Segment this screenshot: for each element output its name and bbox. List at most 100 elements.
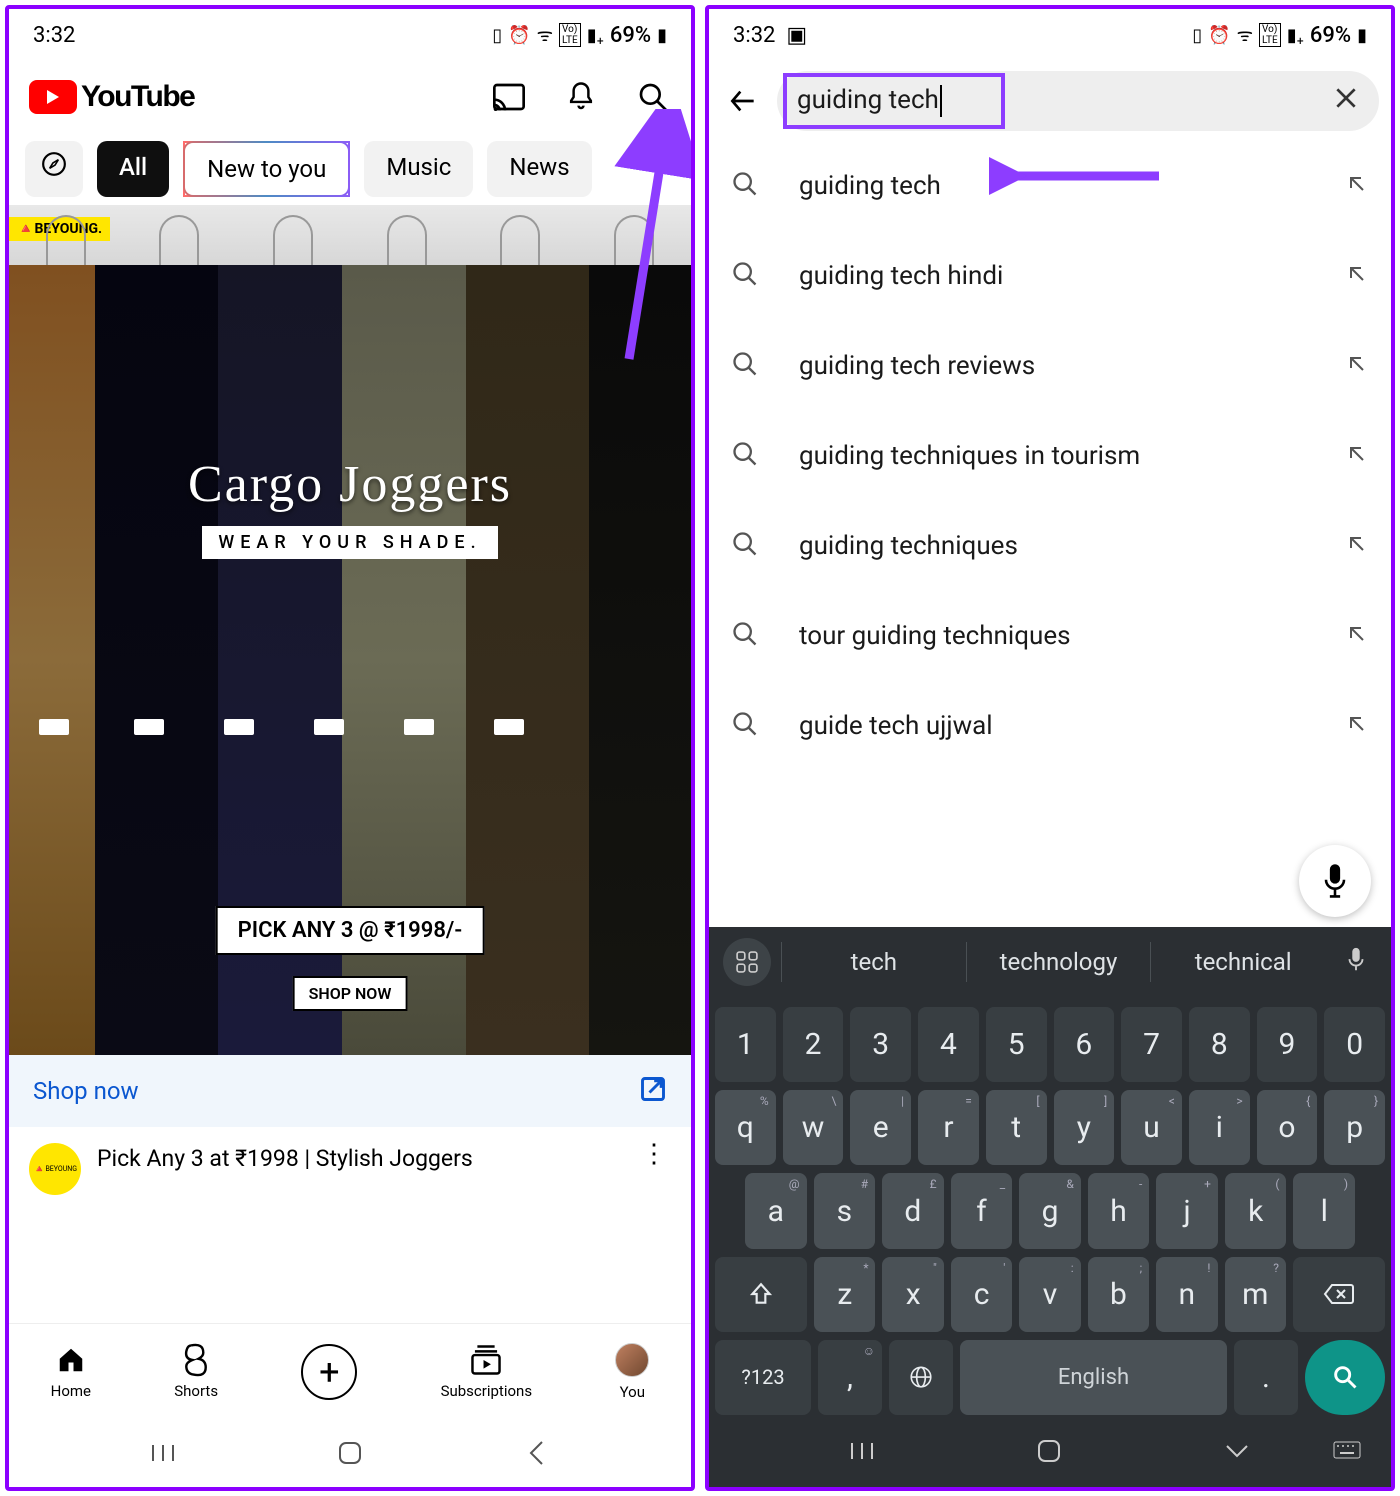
key-2[interactable]: 2 <box>783 1007 844 1082</box>
key-r[interactable]: r= <box>918 1090 979 1165</box>
keyboard-rows: 1234567890 q%w\e|r=t[y]u<i>o{p} a@s#d£f_g&… <box>709 997 1391 1419</box>
insert-suggestion-icon[interactable] <box>1345 712 1369 740</box>
suggestion-row[interactable]: guiding techniques <box>709 501 1391 591</box>
more-options-icon[interactable]: ⋮ <box>637 1143 671 1167</box>
home-button[interactable] <box>1036 1438 1062 1468</box>
channel-avatar[interactable]: 🔺BEYOUNG <box>29 1143 81 1195</box>
nav-shorts[interactable]: Shorts <box>174 1344 218 1400</box>
nav-subscriptions[interactable]: Subscriptions <box>441 1344 532 1400</box>
youtube-logo[interactable]: YouTube <box>29 80 194 114</box>
video-meta-row: 🔺BEYOUNG Pick Any 3 at ₹1998 | Stylish J… <box>9 1127 691 1205</box>
key-9[interactable]: 9 <box>1257 1007 1318 1082</box>
sponsored-video-card[interactable]: 🔺BEYOUNG. Cargo Joggers WEAR YOUR SHADE.… <box>9 205 691 1323</box>
back-arrow-icon[interactable] <box>721 79 765 123</box>
chip-all[interactable]: All <box>97 141 169 197</box>
key-3[interactable]: 3 <box>850 1007 911 1082</box>
key-i[interactable]: i> <box>1189 1090 1250 1165</box>
key-period[interactable]: . <box>1234 1340 1298 1415</box>
key-k[interactable]: k( <box>1225 1173 1287 1248</box>
hide-keyboard-button[interactable] <box>1224 1443 1250 1463</box>
keyboard-apps-icon[interactable] <box>723 938 771 986</box>
key-space[interactable]: English <box>960 1340 1227 1415</box>
insert-suggestion-icon[interactable] <box>1345 442 1369 470</box>
insert-suggestion-icon[interactable] <box>1345 352 1369 380</box>
explore-chip[interactable] <box>25 141 83 197</box>
insert-suggestion-icon[interactable] <box>1345 172 1369 200</box>
voice-search-button[interactable] <box>1299 845 1371 917</box>
notifications-icon[interactable] <box>563 79 599 115</box>
key-8[interactable]: 8 <box>1189 1007 1250 1082</box>
chip-music[interactable]: Music <box>364 141 473 197</box>
key-z[interactable]: z* <box>814 1257 875 1332</box>
home-button[interactable] <box>330 1433 370 1473</box>
key-b[interactable]: b; <box>1088 1257 1149 1332</box>
key-search[interactable] <box>1305 1340 1385 1415</box>
header-actions <box>491 79 671 115</box>
back-button[interactable] <box>517 1433 557 1473</box>
suggestion-row[interactable]: tour guiding techniques <box>709 591 1391 681</box>
key-shift[interactable] <box>715 1257 807 1332</box>
search-icon[interactable] <box>635 79 671 115</box>
suggestion-row[interactable]: guiding techniques in tourism <box>709 411 1391 501</box>
recents-button[interactable] <box>850 1441 874 1465</box>
key-o[interactable]: o{ <box>1257 1090 1318 1165</box>
key-a[interactable]: a@ <box>745 1173 807 1248</box>
key-y[interactable]: y] <box>1054 1090 1115 1165</box>
key-1[interactable]: 1 <box>715 1007 776 1082</box>
nav-home[interactable]: Home <box>51 1344 91 1400</box>
key-x[interactable]: x" <box>882 1257 943 1332</box>
key-g[interactable]: g& <box>1019 1173 1081 1248</box>
key-7[interactable]: 7 <box>1121 1007 1182 1082</box>
key-comma[interactable]: ,☺ <box>818 1340 882 1415</box>
keyboard-icon[interactable] <box>1333 1441 1361 1465</box>
key-n[interactable]: n! <box>1156 1257 1217 1332</box>
key-j[interactable]: j+ <box>1156 1173 1218 1248</box>
key-f[interactable]: f_ <box>951 1173 1013 1248</box>
recents-button[interactable] <box>143 1433 183 1473</box>
chip-new-to-you[interactable]: New to you <box>183 141 350 197</box>
phone-right-youtube-search: 3:32 ▣ ▯ ⏰ ᯤ Vo)LTE ▮₊ 69% ▮ guiding tec… <box>705 5 1395 1491</box>
key-v[interactable]: v: <box>1019 1257 1080 1332</box>
key-l[interactable]: l) <box>1293 1173 1355 1248</box>
key-symbols[interactable]: ?123 <box>715 1340 811 1415</box>
suggestion-row[interactable]: guide tech ujjwal <box>709 681 1391 771</box>
insert-suggestion-icon[interactable] <box>1345 532 1369 560</box>
suggestion-row[interactable]: guiding tech reviews <box>709 321 1391 411</box>
prediction-3[interactable]: technical <box>1150 942 1335 982</box>
suggestion-row[interactable]: guiding tech hindi <box>709 231 1391 321</box>
key-0[interactable]: 0 <box>1324 1007 1385 1082</box>
search-input[interactable]: guiding tech <box>777 71 1379 131</box>
key-m[interactable]: m? <box>1225 1257 1286 1332</box>
suggestion-row[interactable]: guiding tech <box>709 141 1391 231</box>
alarm-icon: ⏰ <box>1208 25 1230 46</box>
key-w[interactable]: w\ <box>783 1090 844 1165</box>
key-d[interactable]: d£ <box>882 1173 944 1248</box>
key-t[interactable]: t[ <box>986 1090 1047 1165</box>
key-u[interactable]: u< <box>1121 1090 1182 1165</box>
key-c[interactable]: c' <box>951 1257 1012 1332</box>
cast-icon[interactable] <box>491 79 527 115</box>
prediction-1[interactable]: tech <box>781 942 966 982</box>
insert-suggestion-icon[interactable] <box>1345 262 1369 290</box>
key-backspace[interactable] <box>1293 1257 1385 1332</box>
key-e[interactable]: e| <box>850 1090 911 1165</box>
insert-suggestion-icon[interactable] <box>1345 622 1369 650</box>
key-language[interactable] <box>889 1340 953 1415</box>
keyboard-mic-icon[interactable] <box>1335 947 1377 977</box>
key-6[interactable]: 6 <box>1054 1007 1115 1082</box>
clear-search-icon[interactable] <box>1333 85 1359 118</box>
video-thumbnail[interactable]: 🔺BEYOUNG. Cargo Joggers WEAR YOUR SHADE.… <box>9 205 691 1055</box>
nav-create[interactable]: + <box>301 1344 357 1400</box>
key-h[interactable]: h- <box>1088 1173 1150 1248</box>
key-s[interactable]: s# <box>814 1173 876 1248</box>
prediction-2[interactable]: technology <box>966 942 1151 982</box>
key-4[interactable]: 4 <box>918 1007 979 1082</box>
key-5[interactable]: 5 <box>986 1007 1047 1082</box>
ad-cta-button[interactable]: SHOP NOW <box>293 976 408 1011</box>
nav-you[interactable]: You <box>615 1343 649 1401</box>
key-q[interactable]: q% <box>715 1090 776 1165</box>
video-title[interactable]: Pick Any 3 at ₹1998 | Stylish Joggers <box>97 1143 621 1175</box>
chip-news[interactable]: News <box>487 141 591 197</box>
shop-link-bar[interactable]: Shop now <box>9 1055 691 1127</box>
key-p[interactable]: p} <box>1324 1090 1385 1165</box>
